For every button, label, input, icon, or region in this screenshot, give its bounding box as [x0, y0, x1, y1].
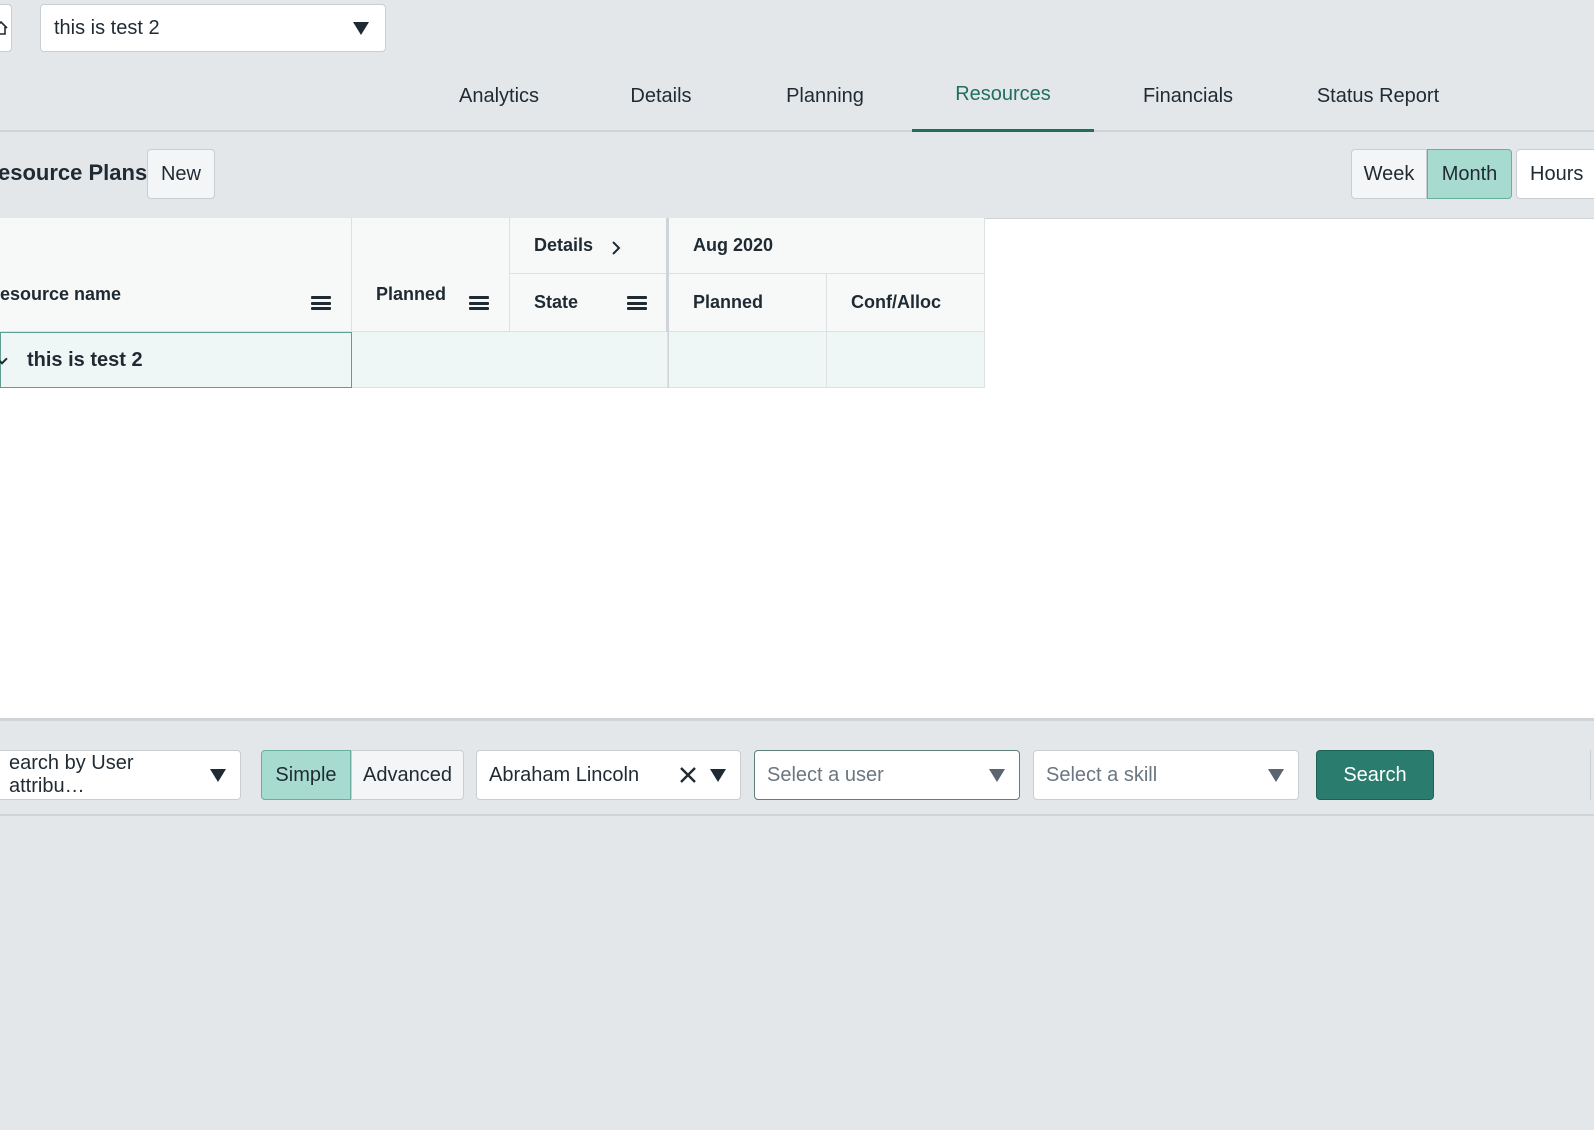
- tab-bar: Analytics Details Planning Resources Fin…: [0, 60, 1594, 132]
- tab-planning[interactable]: Planning: [770, 60, 880, 132]
- chevron-down-icon: [210, 768, 226, 782]
- table-row-period-planned-cell[interactable]: [669, 332, 827, 388]
- tab-analytics[interactable]: Analytics: [450, 60, 548, 132]
- week-toggle[interactable]: Week: [1351, 149, 1427, 199]
- user-filter-select[interactable]: Abraham Lincoln: [476, 750, 741, 800]
- column-label: State: [534, 292, 579, 312]
- new-button[interactable]: New: [147, 149, 215, 199]
- table-row-conf-alloc-cell[interactable]: [827, 332, 985, 388]
- simple-mode-toggle[interactable]: Simple: [261, 750, 351, 800]
- user-filter-value: Abraham Lincoln: [489, 763, 640, 786]
- project-select[interactable]: this is test 2: [40, 4, 386, 52]
- select-user-placeholder: Select a user: [767, 763, 884, 786]
- select-skill-input[interactable]: Select a skill: [1033, 750, 1299, 800]
- month-toggle[interactable]: Month: [1427, 149, 1512, 199]
- select-user-input[interactable]: Select a user: [754, 750, 1020, 800]
- search-button[interactable]: Search: [1316, 750, 1434, 800]
- column-label: Planned: [376, 284, 447, 304]
- column-group-label: Details: [534, 235, 594, 255]
- unit-select[interactable]: Hours: [1516, 149, 1594, 199]
- home-icon: [0, 20, 8, 35]
- column-menu-icon[interactable]: [627, 296, 647, 310]
- chevron-down-icon: [353, 21, 369, 35]
- column-header-period-planned[interactable]: Planned: [669, 274, 827, 332]
- column-group-label: Aug 2020: [693, 235, 774, 255]
- table-row-details-cell[interactable]: [352, 332, 668, 388]
- column-header-conf-alloc[interactable]: Conf/Alloc: [827, 274, 985, 332]
- table-row-name-cell[interactable]: this is test 2: [0, 332, 352, 388]
- resource-plans-title: esource Plans: [0, 160, 148, 185]
- chevron-right-icon[interactable]: [611, 240, 621, 256]
- column-header-resource-name[interactable]: esource name: [0, 218, 352, 332]
- column-label: Conf/Alloc: [851, 292, 941, 312]
- column-header-state[interactable]: State: [510, 274, 668, 332]
- clear-icon[interactable]: [678, 765, 698, 785]
- home-button[interactable]: [0, 4, 12, 52]
- column-group-details[interactable]: Details: [510, 218, 668, 274]
- chevron-down-icon: [1268, 768, 1284, 782]
- select-skill-placeholder: Select a skill: [1046, 763, 1158, 786]
- tab-status-report[interactable]: Status Report: [1304, 60, 1452, 132]
- tab-financials[interactable]: Financials: [1128, 60, 1248, 132]
- search-attribute-select[interactable]: earch by User attribu…: [0, 750, 241, 800]
- expand-chevron-icon[interactable]: [0, 353, 8, 365]
- column-menu-icon[interactable]: [311, 296, 331, 310]
- chevron-down-icon[interactable]: [710, 768, 726, 782]
- overflow-control[interactable]: [1590, 750, 1594, 800]
- chevron-down-icon: [989, 768, 1005, 782]
- column-group-period: Aug 2020: [669, 218, 985, 274]
- tab-details[interactable]: Details: [616, 60, 706, 132]
- column-label: esource name: [0, 284, 122, 304]
- search-attribute-value: earch by User attribu…: [9, 752, 134, 797]
- project-select-value: this is test 2: [54, 16, 160, 39]
- column-label: Planned: [693, 292, 764, 312]
- column-menu-icon[interactable]: [469, 296, 489, 310]
- pane-splitter[interactable]: [0, 718, 1594, 724]
- row-resource-name: this is test 2: [27, 348, 143, 371]
- column-header-planned[interactable]: Planned: [352, 218, 510, 332]
- advanced-mode-toggle[interactable]: Advanced: [351, 750, 464, 800]
- tab-resources[interactable]: Resources: [912, 60, 1094, 132]
